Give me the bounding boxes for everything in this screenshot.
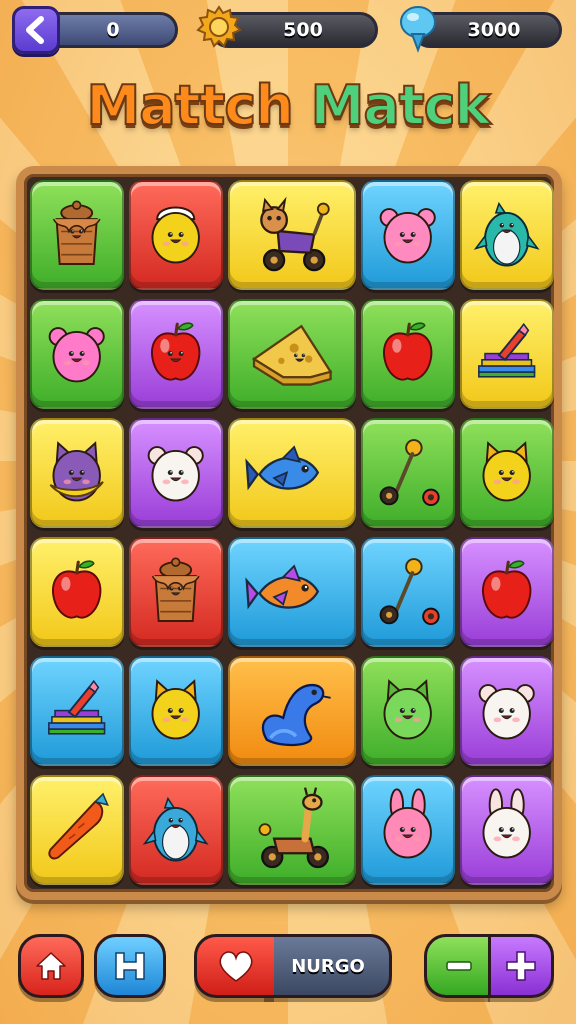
orange-carrot-icon (48, 793, 110, 860)
tile-r3-c2[interactable] (129, 418, 223, 528)
moves-counter: 0 (40, 12, 178, 48)
green-cat-icon (383, 679, 433, 740)
tile-r4-c2[interactable] (129, 537, 223, 647)
tile-r1-c4[interactable] (361, 180, 455, 290)
tile-r1-c5[interactable] (460, 180, 554, 290)
tile-r3-c3[interactable] (228, 418, 356, 528)
nurgo-label: NURGO (291, 955, 365, 977)
tile-r6-c4[interactable] (361, 775, 455, 885)
tile-r5-c2[interactable] (129, 656, 223, 766)
tile-r2-c2[interactable] (129, 299, 223, 409)
tile-r6-c3[interactable] (228, 775, 356, 885)
blue-fish-icon (245, 445, 319, 491)
zoom-out-button[interactable] (424, 934, 490, 998)
back-button[interactable] (12, 6, 60, 54)
tile-r2-c4[interactable] (361, 299, 455, 409)
book-stack-pencil-icon (48, 680, 106, 735)
tile-r4-c1[interactable] (30, 537, 124, 647)
tile-r3-c1[interactable] (30, 418, 124, 528)
tile-r4-c3[interactable] (228, 537, 356, 647)
gear-coin-icon (196, 5, 242, 48)
zoom-in-button[interactable] (488, 934, 554, 998)
white-hamster-icon (147, 446, 205, 502)
yellow-fox-icon (482, 441, 532, 502)
cheese-wedge-icon (251, 325, 333, 387)
h-block-icon (115, 952, 145, 980)
smiling-apple-icon (151, 322, 201, 381)
tile-r6-c5[interactable] (460, 775, 554, 885)
scooter-icon (379, 439, 440, 507)
red-apple-icon (52, 560, 102, 619)
scooter-icon (379, 558, 440, 626)
pink-mouse-icon (379, 208, 437, 264)
tile-r2-c5[interactable] (460, 299, 554, 409)
title-part-1: Mattch (85, 73, 294, 138)
tile-r2-c1[interactable] (30, 299, 124, 409)
tile-r1-c2[interactable] (129, 180, 223, 290)
giraffe-bike-icon (258, 787, 329, 869)
tile-r4-c5[interactable] (460, 537, 554, 647)
purple-cat-banana-icon (49, 441, 105, 502)
tile-r5-c4[interactable] (361, 656, 455, 766)
coins-value: 500 (283, 19, 323, 41)
minus-icon (445, 961, 472, 971)
tile-r6-c1[interactable] (30, 775, 124, 885)
pink-bunny-icon (383, 788, 433, 859)
tile-r3-c4[interactable] (361, 418, 455, 528)
blue-gem-icon (400, 6, 436, 53)
tile-r1-c3[interactable] (228, 180, 356, 290)
red-apple-icon (482, 560, 532, 619)
plus-icon (506, 951, 536, 981)
tile-r5-c5[interactable] (460, 656, 554, 766)
home-button[interactable] (18, 934, 84, 998)
tile-r2-c3[interactable] (228, 299, 356, 409)
horse-cart-icon (259, 197, 330, 272)
tile-grid (30, 180, 554, 886)
tile-r5-c3[interactable] (228, 656, 356, 766)
game-title: Mattch Matck (0, 73, 576, 138)
tile-r1-c1[interactable] (30, 180, 124, 290)
blue-seal-icon (261, 684, 331, 747)
gems-value: 3000 (467, 19, 521, 41)
tile-r3-c5[interactable] (460, 418, 554, 528)
nurgo-button[interactable]: NURGO (264, 934, 392, 998)
tile-r6-c2[interactable] (129, 775, 223, 885)
basket-creature-icon (152, 557, 200, 623)
tile-r4-c4[interactable] (361, 537, 455, 647)
blue-penguin-icon (143, 797, 209, 862)
red-apple-icon (383, 322, 433, 381)
moves-value: 0 (106, 19, 120, 41)
basket-creature-icon (53, 200, 101, 266)
heart-icon (219, 951, 252, 982)
home-icon (36, 952, 66, 980)
chevron-left-icon (26, 16, 44, 44)
white-hamster-icon (478, 684, 536, 740)
title-part-2: Matck (310, 73, 492, 138)
pink-bear-icon (48, 327, 106, 383)
yellow-chick-icon (151, 207, 201, 264)
yellow-fox-icon (151, 679, 201, 740)
white-bunny-icon (482, 788, 532, 859)
lives-heart-button[interactable] (194, 934, 274, 998)
orange-fish-icon (245, 564, 319, 610)
hint-button[interactable] (94, 934, 166, 998)
book-stack-pencil-icon (478, 323, 536, 378)
tile-r5-c1[interactable] (30, 656, 124, 766)
teal-penguin-icon (474, 202, 540, 267)
